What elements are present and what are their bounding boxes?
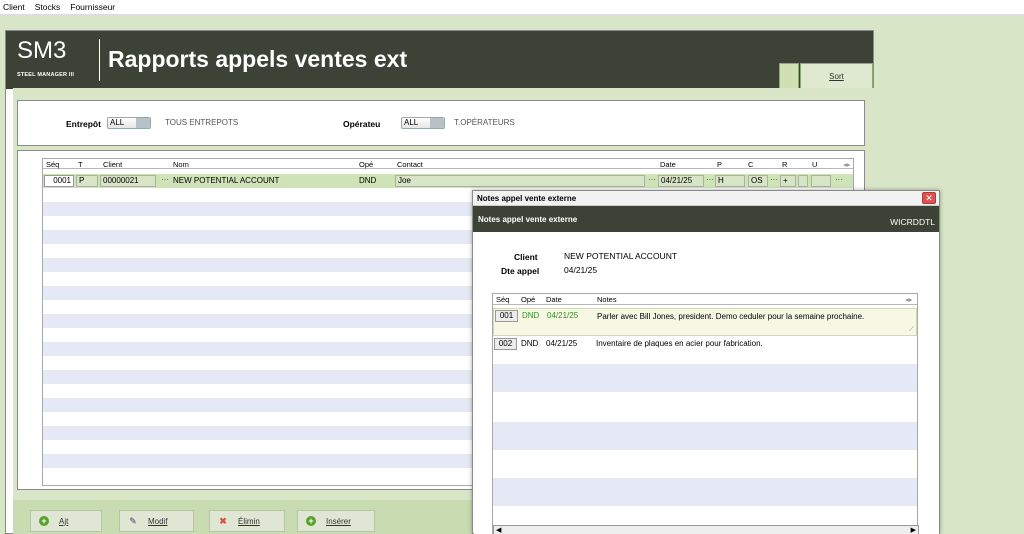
note-row[interactable]: 002 DND 04/21/25 Inventaire de plaques e…	[493, 337, 917, 351]
table-row[interactable]: 0001 P 00000021 ··· NEW POTENTIAL ACCOUN…	[43, 174, 853, 188]
insert-button[interactable]: + Insérer	[297, 510, 375, 532]
tab-blank[interactable]	[779, 63, 799, 89]
client-label: Client	[514, 252, 538, 262]
lookup-icon[interactable]: ···	[835, 175, 843, 184]
u-flag[interactable]	[798, 175, 808, 187]
scroll-arrows-icon[interactable]: ◂▸	[905, 295, 913, 304]
dialog-titlebar: Notes appel vente externe ✕	[473, 191, 939, 206]
page-title: Rapports appels ventes ext	[108, 46, 408, 72]
date-label: Dte appel	[501, 266, 540, 276]
notes-header: Séq Opé Date Notes ◂▸	[493, 294, 917, 305]
delete-button[interactable]: ✖ Élimin	[209, 510, 285, 532]
operateur-label: Opérateu	[343, 119, 381, 129]
modify-button[interactable]: ✎ Modif	[119, 510, 194, 532]
lookup-icon[interactable]: ···	[706, 175, 714, 184]
operateur-select[interactable]: ALL	[401, 117, 445, 129]
plus-icon: +	[39, 516, 49, 526]
note-row[interactable]: 001 DND 04/21/25 Parler avec Bill Jones,…	[493, 308, 917, 336]
scroll-arrows-icon[interactable]: ◂▸	[843, 160, 851, 169]
dialog-header: Notes appel vente externe WICRDDTL	[473, 206, 939, 232]
note-row	[493, 422, 917, 450]
notes-table: Séq Opé Date Notes ◂▸ 001 DND 04/21/25 P…	[492, 293, 918, 534]
note-text[interactable]: Parler avec Bill Jones, president. Demo …	[597, 312, 864, 321]
chevron-down-icon	[136, 118, 150, 128]
window-header: SM3 STEEL MANAGER III Rapports appels ve…	[6, 31, 873, 89]
sm3-logo: SM3 STEEL MANAGER III	[14, 37, 102, 83]
add-button[interactable]: + Ajt	[30, 510, 102, 532]
note-row	[493, 478, 917, 506]
wrench-icon: ✎	[129, 515, 137, 526]
entrepot-select[interactable]: ALL	[107, 117, 151, 129]
menu-stocks[interactable]: Stocks	[35, 2, 61, 12]
date-value: 04/21/25	[564, 265, 598, 275]
filter-panel: Entrepôt ALL TOUS ENTREPOTS Opérateu ALL…	[17, 100, 865, 146]
lookup-icon[interactable]: ···	[648, 175, 656, 184]
table-header: Séq T Client Nom Opé Contact Date P C R …	[43, 159, 853, 169]
client-value: NEW POTENTIAL ACCOUNT	[564, 251, 678, 261]
menu-bar: Client Stocks Fournisseur	[0, 0, 1024, 15]
menu-client[interactable]: Client	[3, 2, 25, 12]
close-icon[interactable]: ✕	[922, 192, 936, 204]
lookup-icon[interactable]: ···	[770, 175, 778, 184]
lookup-icon[interactable]: ···	[161, 175, 169, 184]
notes-dialog: Notes appel vente externe ✕ Notes appel …	[472, 190, 940, 534]
resize-handle-icon[interactable]: ⟋	[909, 326, 914, 334]
plus-icon: +	[306, 516, 316, 526]
x-icon: ✖	[219, 515, 227, 526]
operateur-desc: T.OPÉRATEURS	[454, 118, 515, 127]
tab-sort[interactable]: Sort	[800, 63, 873, 89]
menu-fournisseur[interactable]: Fournisseur	[70, 2, 115, 12]
chevron-down-icon	[430, 118, 444, 128]
horizontal-scrollbar[interactable]: ◀ ▶	[493, 525, 919, 534]
note-row	[493, 364, 917, 392]
entrepot-desc: TOUS ENTREPOTS	[165, 118, 239, 127]
note-text[interactable]: Inventaire de plaques en acier pour fabr…	[596, 339, 763, 348]
entrepot-label: Entrepôt	[66, 119, 101, 129]
